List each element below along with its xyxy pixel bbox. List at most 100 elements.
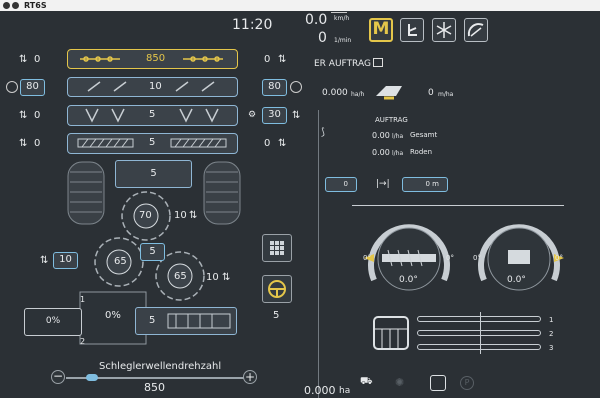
tractor-icon[interactable]: ⛟ xyxy=(360,376,373,389)
left-percent-box[interactable]: 0% xyxy=(24,308,82,336)
row2-right-input[interactable]: 80 xyxy=(262,79,287,96)
gauges xyxy=(364,224,564,291)
harvester-icon xyxy=(376,86,402,100)
field-right-input[interactable]: 0 m xyxy=(402,177,448,192)
arrow-to-bar-icon: |→| xyxy=(376,179,390,189)
row3-left-value: 0 xyxy=(34,110,41,121)
conveyor-value[interactable]: 5 xyxy=(115,160,192,188)
rotor-left-value: 65 xyxy=(114,256,127,267)
bottom-area-unit: ha xyxy=(339,386,351,396)
gauge-icon-right xyxy=(290,81,302,93)
speed-value: 0.0 xyxy=(305,12,328,28)
row4-right-value: 0 xyxy=(264,138,271,149)
seat-mode-button[interactable] xyxy=(400,18,424,42)
yield-unit: m/ha xyxy=(438,91,454,98)
updown-icon-right: ⇅ xyxy=(278,138,287,149)
row3-right-input[interactable]: 30 xyxy=(262,107,287,124)
row4-center-value: 5 xyxy=(149,137,156,148)
spindle-icon: ⚙ xyxy=(248,110,257,120)
rotor-right-value: 65 xyxy=(174,271,187,282)
title-bar: RT6S xyxy=(0,0,600,11)
row2-bar[interactable]: 10 xyxy=(67,77,238,97)
rotor-right-side: 10 xyxy=(206,272,219,283)
row3-center-value: 5 xyxy=(149,109,156,120)
row4-bar[interactable]: 5 xyxy=(67,133,238,154)
seat-icon xyxy=(408,24,417,36)
lane-bar-2 xyxy=(417,330,541,336)
row1-bar[interactable]: 850 xyxy=(67,49,238,69)
updown-icon: ⇅ xyxy=(222,272,231,283)
rotor-mid-value[interactable]: 5 xyxy=(140,243,165,261)
lane-bar-1 xyxy=(417,316,541,322)
lane-label-3: 3 xyxy=(549,344,554,352)
window-title: RT6S xyxy=(24,1,47,10)
grid-menu-button[interactable] xyxy=(262,234,292,262)
grid-icon xyxy=(270,241,284,255)
disabled-rotor-icon: ✺ xyxy=(395,376,405,389)
row1-left-value: 0 xyxy=(34,54,41,65)
area-rate-unit: ha/h xyxy=(351,91,365,98)
manual-mode-button[interactable]: M xyxy=(369,18,393,42)
rpm-value: 0 xyxy=(318,30,327,46)
row3-bar[interactable]: 5 xyxy=(67,105,238,126)
slider-value: 850 xyxy=(144,381,165,394)
rotor-left-side[interactable]: 10 xyxy=(53,252,78,269)
discharge-value: 5 xyxy=(149,315,156,326)
slider-thumb[interactable] xyxy=(85,374,98,381)
lane-bar-3 xyxy=(417,344,541,350)
snowflake-icon xyxy=(436,22,452,38)
rotor-top-value: 70 xyxy=(139,210,152,221)
updown-icon: ⇅ xyxy=(19,54,28,65)
auftrag-label: AUFTRAG xyxy=(375,116,408,124)
area-rate-value: 0.000 xyxy=(322,88,348,98)
center-box-mark-bottom: 2 xyxy=(80,337,86,346)
gauge-right-side-right: 0° xyxy=(555,254,563,262)
row4-left-value: 0 xyxy=(34,138,41,149)
climate-button[interactable] xyxy=(432,18,456,42)
minus-button[interactable]: − xyxy=(51,370,65,384)
separator xyxy=(352,205,564,206)
paperclip-icon[interactable]: ⟆ xyxy=(321,127,325,138)
gesamt-label: Gesamt xyxy=(410,131,438,139)
gauge-right-side-left: 0° xyxy=(473,254,481,262)
bunker-status-icon[interactable] xyxy=(430,375,446,391)
light-button[interactable] xyxy=(464,18,488,42)
gauge-left-angle: 0.0° xyxy=(399,275,418,285)
menu-icon[interactable] xyxy=(12,2,19,9)
wiper-icon xyxy=(467,23,484,37)
updown-icon: ⇅ xyxy=(189,210,198,221)
row2-center-value: 10 xyxy=(149,81,162,92)
speed-underline xyxy=(331,12,347,13)
yield-value: 0 xyxy=(428,88,434,98)
gesamt-unit: l/ha xyxy=(392,133,404,140)
row1-right-value: 0 xyxy=(264,54,271,65)
rotor-top-side: 10 xyxy=(174,210,187,221)
roden-unit: l/ha xyxy=(392,150,404,157)
gauge-right-angle: 0.0° xyxy=(507,275,526,285)
updown-icon: ⇅ xyxy=(19,138,28,149)
steering-value: 5 xyxy=(273,310,280,321)
discharge-box[interactable]: 5 xyxy=(135,307,237,335)
order-title: ER AUFTRAG xyxy=(314,59,371,69)
bottom-area-value: 0.000 xyxy=(304,384,336,397)
field-left-input[interactable]: 0 xyxy=(325,177,357,192)
close-icon[interactable] xyxy=(3,2,10,9)
gauge-left-side-left: 0° xyxy=(363,254,371,262)
center-percent-value: 0% xyxy=(105,310,121,321)
machine-schematic xyxy=(67,161,241,345)
steering-button[interactable] xyxy=(262,275,292,303)
updown-icon: ⇅ xyxy=(40,255,49,266)
row1-center-value: 850 xyxy=(146,53,166,64)
row2-left-input[interactable]: 80 xyxy=(20,79,45,96)
bunker-icon xyxy=(373,316,409,350)
order-icon[interactable] xyxy=(373,58,383,67)
conveyor-icon xyxy=(167,313,231,329)
updown-icon-right: ⇅ xyxy=(278,54,287,65)
gauge-left-side-right: 0° xyxy=(446,254,454,262)
roden-label: Roden xyxy=(410,148,433,156)
plus-button[interactable]: + xyxy=(243,370,257,384)
panel-divider xyxy=(318,110,319,398)
slider-label: Schleglerwellendrehzahl xyxy=(99,361,222,372)
parking-icon: P xyxy=(460,376,474,390)
speed-unit: km/h xyxy=(334,15,350,22)
